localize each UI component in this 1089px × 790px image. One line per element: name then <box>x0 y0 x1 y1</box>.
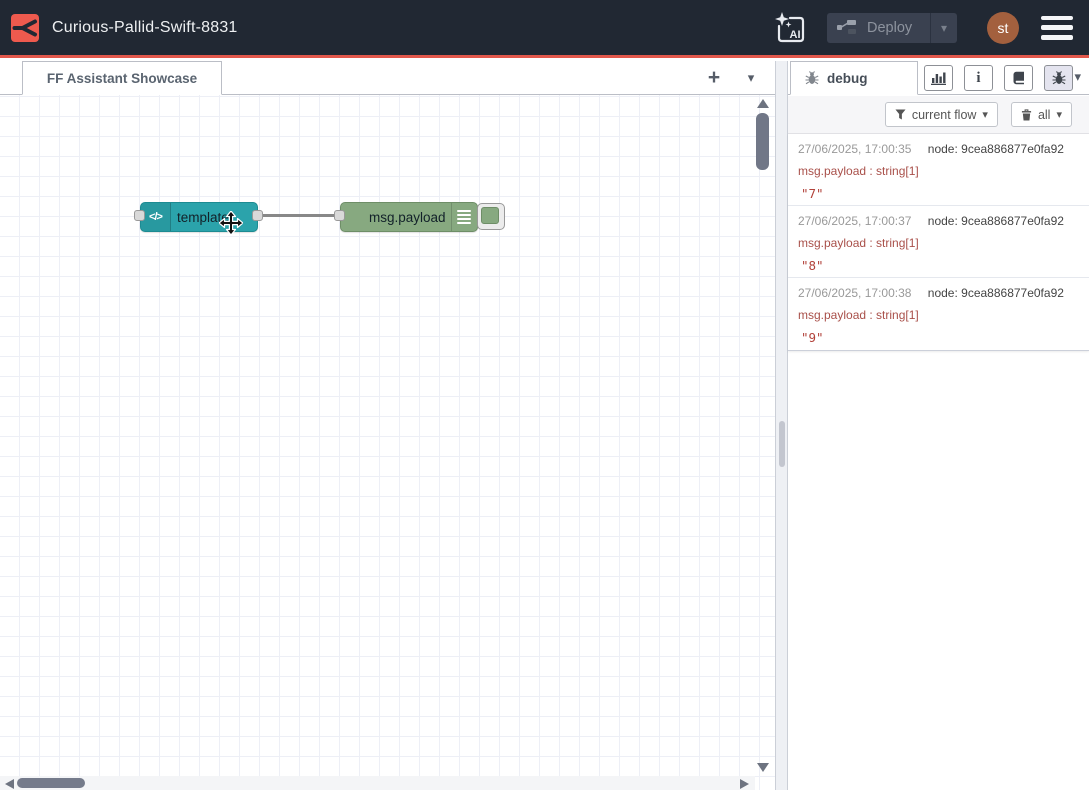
debug-message-meta: 27/06/2025, 17:00:37 node: 9cea886877e0f… <box>798 214 1079 229</box>
wire-template-to-debug[interactable] <box>256 214 344 217</box>
debug-toggle-indicator <box>481 207 499 224</box>
debug-message-timestamp: 27/06/2025, 17:00:38 <box>798 286 911 300</box>
horizontal-scrollbar-thumb[interactable] <box>17 778 85 788</box>
move-cursor-icon <box>219 211 243 235</box>
header-bar: Curious-Pallid-Swift-8831 AI Deploy ▾ st <box>0 0 1089 58</box>
deploy-label: Deploy <box>867 20 912 36</box>
debug-message-value: "7" <box>798 186 1079 201</box>
horizontal-scrollbar-track[interactable] <box>0 776 755 790</box>
debug-message-meta: 27/06/2025, 17:00:35 node: 9cea886877e0f… <box>798 142 1079 157</box>
help-button[interactable] <box>1004 65 1033 91</box>
deploy-caret-icon[interactable]: ▾ <box>931 21 957 35</box>
scroll-up-arrow[interactable] <box>757 99 769 108</box>
main-menu-button[interactable] <box>1041 16 1073 40</box>
menu-bar-icon <box>1041 25 1073 30</box>
scroll-right-arrow[interactable] <box>740 779 749 789</box>
sidebar: debug i <box>788 61 1089 790</box>
debug-filter-bar: current flow ▾ all ▾ <box>788 96 1089 134</box>
main-row: FF Assistant Showcase + ▾ </> template m… <box>0 61 1089 790</box>
debug-message-meta: 27/06/2025, 17:00:38 node: 9cea886877e0f… <box>798 286 1079 301</box>
filter-dropdown[interactable]: current flow ▾ <box>885 102 998 127</box>
bug-icon <box>805 71 819 85</box>
user-avatar[interactable]: st <box>987 12 1019 44</box>
clear-messages-dropdown[interactable]: all ▾ <box>1011 102 1072 127</box>
sidebar-tabs-caret-icon[interactable]: ▾ <box>1074 69 1081 85</box>
ai-sparkle-icon: AI <box>773 11 807 45</box>
book-icon <box>1012 71 1026 85</box>
debug-message[interactable]: 27/06/2025, 17:00:37 node: 9cea886877e0f… <box>788 206 1089 278</box>
flow-tab-active[interactable]: FF Assistant Showcase <box>22 61 222 95</box>
sidebar-tab-label: debug <box>827 71 868 86</box>
debug-message-timestamp: 27/06/2025, 17:00:35 <box>798 142 911 156</box>
filter-caret-icon: ▾ <box>982 108 988 121</box>
dashboard-chart-button[interactable] <box>924 65 953 91</box>
debug-input-port[interactable] <box>334 210 345 221</box>
deploy-nodes-icon <box>837 19 857 36</box>
debug-message[interactable]: 27/06/2025, 17:00:38 node: 9cea886877e0f… <box>788 278 1089 350</box>
console-lines-icon <box>457 210 471 224</box>
info-icon: i <box>976 70 980 87</box>
deploy-button[interactable]: Deploy ▾ <box>827 13 957 43</box>
ai-letters: AI <box>790 29 801 41</box>
debug-message-list: 27/06/2025, 17:00:35 node: 9cea886877e0f… <box>788 134 1089 351</box>
sidebar-icon-buttons: i <box>924 65 1073 91</box>
vertical-scrollbar-thumb[interactable] <box>756 113 769 170</box>
code-icon: </> <box>149 211 162 223</box>
funnel-icon <box>895 109 906 120</box>
scroll-left-arrow[interactable] <box>5 779 14 789</box>
debug-message-node-id: node: 9cea886877e0fa92 <box>928 214 1064 228</box>
bug-icon <box>1052 71 1066 85</box>
debug-message-group: 27/06/2025, 17:00:35 node: 9cea886877e0f… <box>788 134 1089 351</box>
template-node-icon-area: </> <box>141 203 171 231</box>
debug-enable-toggle[interactable] <box>477 203 505 230</box>
clear-scope-label: all <box>1038 108 1051 122</box>
scroll-down-arrow[interactable] <box>757 763 769 772</box>
info-button[interactable]: i <box>964 65 993 91</box>
template-input-port[interactable] <box>134 210 145 221</box>
menu-bar-icon <box>1041 16 1073 21</box>
workspace: FF Assistant Showcase + ▾ </> template m… <box>0 61 775 790</box>
debug-message[interactable]: 27/06/2025, 17:00:35 node: 9cea886877e0f… <box>788 134 1089 206</box>
debug-message-node-id: node: 9cea886877e0fa92 <box>928 286 1064 300</box>
sidebar-tab-debug[interactable]: debug <box>790 61 918 95</box>
debug-message-value: "9" <box>798 330 1079 345</box>
debug-message-node-id: node: 9cea886877e0fa92 <box>928 142 1064 156</box>
debug-node-label: msg.payload <box>369 203 446 231</box>
node-red-app: Curious-Pallid-Swift-8831 AI Deploy ▾ st <box>0 0 1089 790</box>
debug-node-divider <box>451 203 452 231</box>
flowfuse-logo-glyph <box>11 14 39 42</box>
sidebar-resize-handle[interactable] <box>775 61 788 790</box>
add-flow-button[interactable]: + <box>701 65 727 91</box>
bar-chart-icon <box>931 71 946 85</box>
flowfuse-logo-icon[interactable] <box>11 14 39 42</box>
debug-message-property[interactable]: msg.payload : string[1] <box>798 164 1079 179</box>
debug-message-property[interactable]: msg.payload : string[1] <box>798 308 1079 323</box>
flow-list-caret-icon[interactable]: ▾ <box>741 68 761 88</box>
instance-title: Curious-Pallid-Swift-8831 <box>52 19 238 37</box>
resize-grip-icon[interactable] <box>779 421 785 467</box>
flow-canvas[interactable]: </> template msg.payload <box>0 95 775 790</box>
flow-tab-bar: FF Assistant Showcase + ▾ <box>0 61 775 95</box>
sidebar-tab-bar: debug i <box>788 61 1089 95</box>
debug-message-timestamp: 27/06/2025, 17:00:37 <box>798 214 911 228</box>
filter-label: current flow <box>912 108 977 122</box>
template-output-port[interactable] <box>252 210 263 221</box>
clear-caret-icon: ▾ <box>1056 108 1062 121</box>
debug-message-property[interactable]: msg.payload : string[1] <box>798 236 1079 251</box>
debug-node[interactable]: msg.payload <box>340 202 478 232</box>
menu-bar-icon <box>1041 35 1073 40</box>
debug-message-value: "8" <box>798 258 1079 273</box>
ai-assistant-button[interactable]: AI <box>773 11 807 45</box>
trash-icon <box>1021 109 1032 121</box>
debug-messages-button[interactable] <box>1044 65 1073 91</box>
